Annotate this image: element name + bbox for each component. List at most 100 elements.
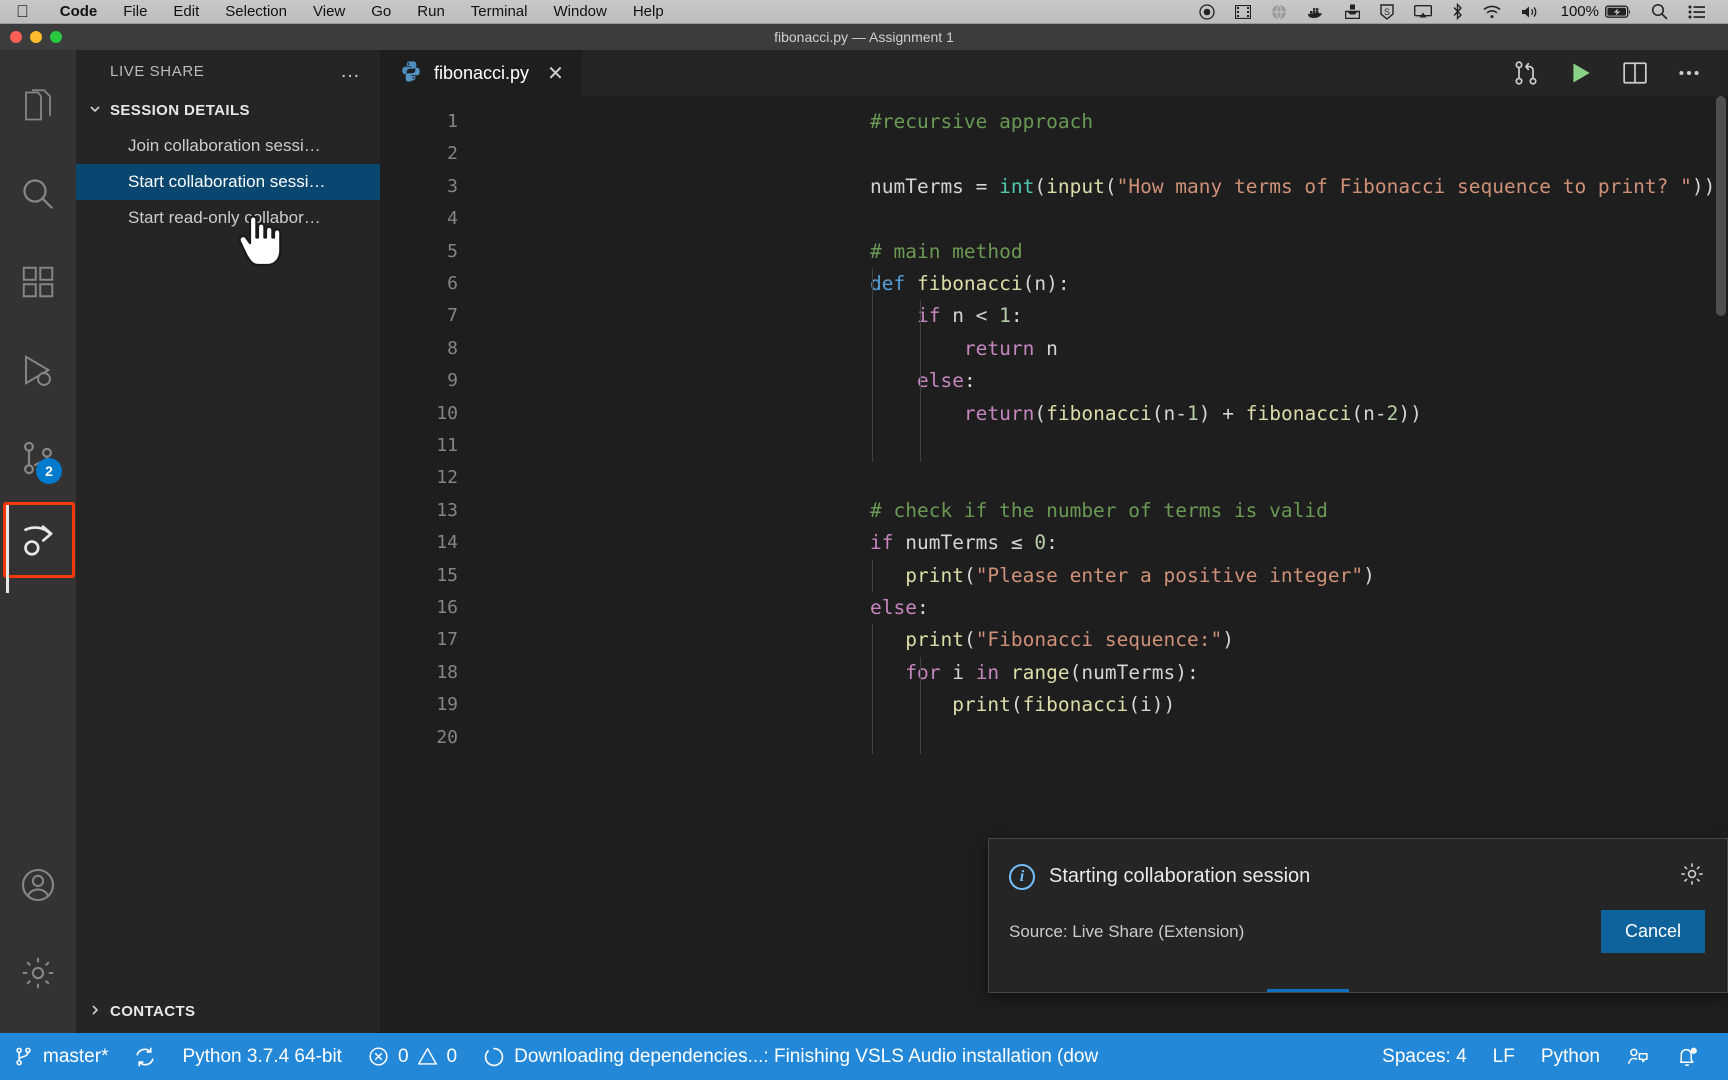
- line-number: 3: [380, 171, 458, 203]
- status-item-progress-task[interactable]: Downloading dependencies...: Finishing V…: [470, 1046, 1111, 1068]
- code-token: [870, 337, 964, 360]
- battery-charging-icon[interactable]: [1605, 5, 1641, 19]
- code-line[interactable]: #recursive approach: [870, 106, 1093, 138]
- code-line[interactable]: else:: [870, 365, 976, 397]
- code-line[interactable]: if n < 1:: [870, 300, 1023, 332]
- split-editor-icon[interactable]: [1622, 60, 1648, 86]
- gear-icon[interactable]: [1679, 861, 1705, 892]
- sidebar-item-join-collaboration-session[interactable]: Join collaboration sessi…: [76, 128, 380, 164]
- volume-icon[interactable]: [1511, 5, 1549, 19]
- menu-item-run[interactable]: Run: [404, 3, 458, 20]
- wifi-icon[interactable]: [1473, 5, 1511, 19]
- tab-fibonacci-py[interactable]: fibonacci.py ✕: [380, 50, 582, 96]
- compare-icon[interactable]: [1512, 59, 1540, 87]
- status-item-language-mode[interactable]: Python: [1528, 1046, 1613, 1068]
- editor-vertical-scrollbar[interactable]: [1716, 96, 1726, 316]
- film-icon[interactable]: [1225, 5, 1261, 19]
- shield-s-icon[interactable]: S: [1370, 4, 1404, 20]
- indent-guide: [872, 268, 873, 462]
- menu-item-selection[interactable]: Selection: [212, 3, 300, 20]
- code-line[interactable]: else:: [870, 592, 929, 624]
- activity-bar-item-run-and-debug[interactable]: [0, 326, 76, 414]
- code-line[interactable]: print("Please enter a positive integer"): [870, 560, 1375, 592]
- status-item-indentation[interactable]: Spaces: 4: [1369, 1046, 1480, 1068]
- code-token: if: [870, 531, 905, 554]
- menu-item-edit[interactable]: Edit: [160, 3, 212, 20]
- code-line[interactable]: if numTerms ≤ 0:: [870, 527, 1058, 559]
- code-token: :: [917, 596, 929, 619]
- code-token: int: [999, 175, 1034, 198]
- code-token: "Please enter a positive integer": [976, 564, 1363, 587]
- activity-bar-item-accounts[interactable]: [0, 841, 76, 929]
- traffic-lights: [10, 24, 62, 50]
- search-icon[interactable]: [1641, 3, 1678, 20]
- control-center-icon[interactable]: [1678, 5, 1716, 19]
- code-token: [870, 564, 905, 587]
- status-item-sync[interactable]: [121, 1046, 169, 1068]
- status-item-warnings[interactable]: 0: [413, 1046, 471, 1068]
- close-icon[interactable]: ✕: [547, 61, 564, 86]
- activity-bar-item-extensions[interactable]: [0, 238, 76, 326]
- airplay-icon[interactable]: [1404, 5, 1442, 19]
- menu-item-terminal[interactable]: Terminal: [458, 3, 541, 20]
- code-token: :: [964, 369, 976, 392]
- activity-bar-item-live-share[interactable]: [3, 502, 75, 578]
- code-line[interactable]: return(fibonacci(n-1) + fibonacci(n-2)): [870, 398, 1422, 430]
- code-token: )): [1398, 402, 1421, 425]
- sidebar-item-label: Start collaboration sessi…: [128, 172, 325, 192]
- activity-bar-item-search[interactable]: [0, 150, 76, 238]
- docker-icon[interactable]: [1297, 5, 1335, 19]
- sidebar-item-start-read-only-collaboration-session[interactable]: Start read-only collabor…: [76, 200, 380, 236]
- activity-bar-item-explorer[interactable]: [0, 62, 76, 150]
- ellipsis-icon[interactable]: [1676, 60, 1702, 86]
- window-zoom-button[interactable]: [50, 31, 62, 43]
- section-header-session-details[interactable]: SESSION DETAILS: [76, 92, 380, 128]
- status-item-branch[interactable]: master*: [0, 1046, 121, 1068]
- code-line[interactable]: # check if the number of terms is valid: [870, 495, 1328, 527]
- globe-icon[interactable]: [1261, 4, 1297, 20]
- window-close-button[interactable]: [10, 31, 22, 43]
- section-header-contacts[interactable]: CONTACTS: [76, 989, 380, 1033]
- menu-item-window[interactable]: Window: [540, 3, 619, 20]
- svg-text:S: S: [1384, 7, 1390, 17]
- apple-icon[interactable]: : [16, 3, 29, 20]
- play-icon[interactable]: [1568, 60, 1594, 86]
- code-line[interactable]: print(fibonacci(i)): [870, 689, 1175, 721]
- cancel-button[interactable]: Cancel: [1601, 910, 1705, 953]
- menu-item-view[interactable]: View: [300, 3, 358, 20]
- sidebar-more-actions[interactable]: …: [340, 66, 362, 76]
- code-line[interactable]: numTerms = int(input("How many terms of …: [870, 171, 1715, 203]
- menu-item-code[interactable]: Code: [47, 3, 111, 20]
- line-number: 19: [380, 689, 458, 721]
- download-tray-icon[interactable]: [1335, 4, 1370, 19]
- code-token: input: [1046, 175, 1105, 198]
- sidebar-item-start-collaboration-session[interactable]: Start collaboration sessi…: [76, 164, 380, 200]
- status-item-notifications[interactable]: [1663, 1045, 1712, 1068]
- window-title-bar: fibonacci.py — Assignment 1: [0, 24, 1728, 50]
- run-debug-icon: [20, 352, 56, 388]
- code-token: numTerms ≤: [905, 531, 1034, 554]
- code-token: ): [1363, 564, 1375, 587]
- status-item-live-share[interactable]: [1613, 1046, 1663, 1068]
- window-minimize-button[interactable]: [30, 31, 42, 43]
- code-line[interactable]: return n: [870, 333, 1058, 365]
- code-token: (: [1034, 402, 1046, 425]
- activity-bar-item-source-control[interactable]: 2: [0, 414, 76, 502]
- code-line[interactable]: # main method: [870, 236, 1023, 268]
- code-token: return: [964, 402, 1034, 425]
- bluetooth-icon[interactable]: [1442, 3, 1473, 20]
- code-line[interactable]: print("Fibonacci sequence:"): [870, 624, 1234, 656]
- activity-bar-item-manage-settings[interactable]: [0, 929, 76, 1017]
- status-item-errors[interactable]: 0: [355, 1046, 413, 1068]
- menu-item-file[interactable]: File: [110, 3, 160, 20]
- menu-item-help[interactable]: Help: [620, 3, 677, 20]
- status-item-end-of-line[interactable]: LF: [1480, 1046, 1528, 1068]
- code-token: n <: [952, 304, 999, 327]
- code-line[interactable]: def fibonacci(n):: [870, 268, 1070, 300]
- line-number: 2: [380, 138, 458, 170]
- status-item-python-interpreter[interactable]: Python 3.7.4 64-bit: [169, 1046, 355, 1068]
- record-icon[interactable]: [1189, 4, 1225, 20]
- code-token: :: [1046, 531, 1058, 554]
- menu-item-go[interactable]: Go: [358, 3, 404, 20]
- indent-guide: [872, 624, 873, 754]
